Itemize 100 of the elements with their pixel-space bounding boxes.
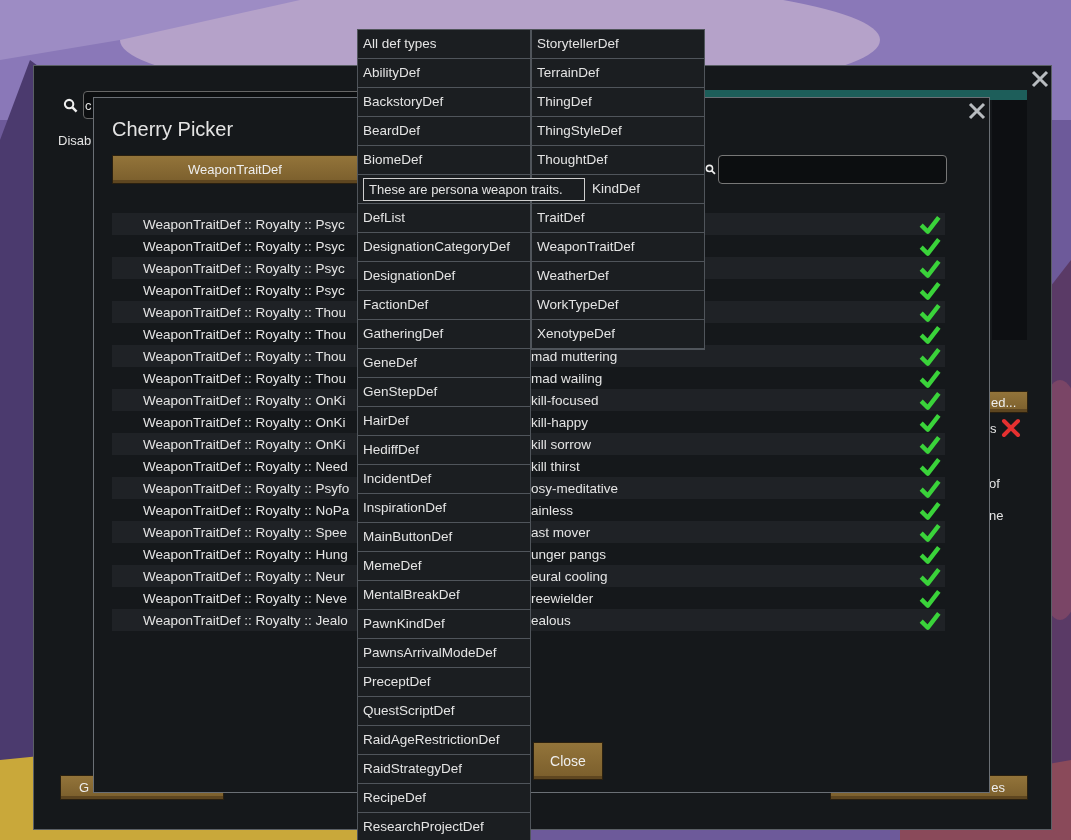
menu-item[interactable]: MainButtonDef (358, 523, 530, 552)
status-label: s (990, 420, 997, 436)
menu-item[interactable]: All def types (358, 30, 530, 59)
def-name: WeaponTraitDef :: Royalty :: Spee (142, 524, 349, 540)
menu-item[interactable]: ResearchProjectDef (358, 813, 530, 840)
check-icon[interactable] (919, 587, 941, 609)
dialog-title: Cherry Picker (112, 118, 234, 142)
menu-item[interactable]: RaidAgeRestrictionDef (358, 726, 530, 755)
search-icon (63, 98, 78, 113)
menu-item[interactable]: HediffDef (358, 436, 530, 465)
option-label: Disab (58, 133, 92, 148)
def-name: WeaponTraitDef :: Royalty :: Psyc (142, 216, 346, 232)
check-icon[interactable] (919, 521, 941, 543)
search-icon (705, 163, 716, 175)
menu-item[interactable]: XenotypeDef (532, 320, 704, 349)
check-icon[interactable] (919, 235, 941, 257)
trait-label: osy-meditative (531, 480, 619, 496)
menu-item[interactable]: FactionDef (358, 291, 530, 320)
close-icon[interactable] (967, 101, 987, 121)
type-dropdown-button[interactable]: WeaponTraitDef (112, 154, 358, 184)
def-name: WeaponTraitDef :: Royalty :: Psyfo (142, 480, 351, 496)
menu-item[interactable]: WeaponTraitDef (532, 233, 704, 262)
check-icon[interactable] (919, 543, 941, 565)
menu-item[interactable]: BiomeDef (358, 146, 530, 175)
search-field[interactable] (718, 154, 947, 184)
check-icon[interactable] (919, 433, 941, 455)
check-icon[interactable] (919, 323, 941, 345)
trait-label: kill sorrow (531, 436, 591, 452)
menu-item[interactable]: StorytellerDef (532, 30, 704, 59)
menu-item[interactable]: GatheringDef (358, 320, 530, 349)
check-icon[interactable] (919, 279, 941, 301)
trait-label: reewielder (531, 590, 594, 606)
def-name: WeaponTraitDef :: Royalty :: Psyc (142, 260, 346, 276)
trait-label: eural cooling (531, 568, 608, 584)
menu-item[interactable]: ThingStyleDef (532, 117, 704, 146)
menu-item[interactable]: TraitDef (532, 204, 704, 233)
check-icon[interactable] (919, 477, 941, 499)
menu-item[interactable]: DesignationCategoryDef (358, 233, 530, 262)
check-icon[interactable] (919, 367, 941, 389)
menu-item[interactable]: ThoughtDef (532, 146, 704, 175)
def-name: WeaponTraitDef :: Royalty :: Neur (142, 568, 346, 584)
trait-label: mad wailing (531, 370, 603, 386)
menu-item[interactable]: BeardDef (358, 117, 530, 146)
close-button[interactable]: Close (533, 742, 603, 780)
def-name: WeaponTraitDef :: Royalty :: NoPa (142, 502, 351, 518)
trait-label: unger pangs (531, 546, 607, 562)
menu-item[interactable]: WorkTypeDef (532, 291, 704, 320)
side-text: ne (989, 508, 1004, 523)
check-icon[interactable] (919, 389, 941, 411)
trait-label: kill-focused (531, 392, 599, 408)
menu-item[interactable]: QuestScriptDef (358, 697, 530, 726)
def-name: WeaponTraitDef :: Royalty :: OnKi (142, 414, 347, 430)
menu-item[interactable]: BackstoryDef (358, 88, 530, 117)
close-icon[interactable] (1030, 69, 1050, 89)
check-icon[interactable] (919, 499, 941, 521)
menu-item[interactable]: ThingDef (532, 88, 704, 117)
menu-item[interactable]: PawnsArrivalModeDef (358, 639, 530, 668)
def-name: WeaponTraitDef :: Royalty :: Thou (142, 304, 348, 320)
check-icon[interactable] (919, 411, 941, 433)
def-name: WeaponTraitDef :: Royalty :: Thou (142, 370, 348, 386)
menu-item[interactable]: PawnKindDef (358, 610, 530, 639)
def-name: WeaponTraitDef :: Royalty :: Jealo (142, 612, 349, 628)
menu-item[interactable]: PreceptDef (358, 668, 530, 697)
trait-label: ast mover (531, 524, 591, 540)
menu-item[interactable]: MemeDef (358, 552, 530, 581)
menu-item[interactable]: HairDef (358, 407, 530, 436)
check-icon[interactable] (919, 301, 941, 323)
def-name: WeaponTraitDef :: Royalty :: OnKi (142, 436, 347, 452)
check-icon[interactable] (919, 257, 941, 279)
menu-item[interactable]: InspirationDef (358, 494, 530, 523)
def-name: WeaponTraitDef :: Royalty :: Hung (142, 546, 349, 562)
menu-item[interactable]: WeatherDef (532, 262, 704, 291)
menu-item[interactable]: TerrainDef (532, 59, 704, 88)
tooltip: These are persona weapon traits. (363, 178, 585, 201)
check-icon[interactable] (919, 213, 941, 235)
def-name: WeaponTraitDef :: Royalty :: Thou (142, 326, 348, 342)
menu-item[interactable]: GeneDef (358, 349, 530, 378)
cross-icon[interactable] (1000, 418, 1021, 438)
check-icon[interactable] (919, 565, 941, 587)
def-name: WeaponTraitDef :: Royalty :: Psyc (142, 238, 346, 254)
menu-item[interactable]: IncidentDef (358, 465, 530, 494)
trait-label: kill-happy (531, 414, 589, 430)
check-icon[interactable] (919, 609, 941, 631)
menu-item[interactable]: RecipeDef (358, 784, 530, 813)
def-name: WeaponTraitDef :: Royalty :: Neve (142, 590, 349, 606)
trait-label: mad muttering (531, 348, 618, 364)
def-name: WeaponTraitDef :: Royalty :: Thou (142, 348, 348, 364)
menu-item[interactable]: DesignationDef (358, 262, 530, 291)
menu-item[interactable]: KindDef (592, 179, 641, 199)
side-text: of (989, 476, 1000, 491)
menu-item[interactable]: AbilityDef (358, 59, 530, 88)
menu-item[interactable]: DefList (358, 204, 530, 233)
trait-label: kill thirst (531, 458, 580, 474)
menu-item[interactable]: RaidStrategyDef (358, 755, 530, 784)
menu-item[interactable]: GenStepDef (358, 378, 530, 407)
check-icon[interactable] (919, 455, 941, 477)
check-icon[interactable] (919, 345, 941, 367)
def-name: WeaponTraitDef :: Royalty :: Psyc (142, 282, 346, 298)
menu-item[interactable]: MentalBreakDef (358, 581, 530, 610)
trait-label: ealous (531, 612, 571, 628)
